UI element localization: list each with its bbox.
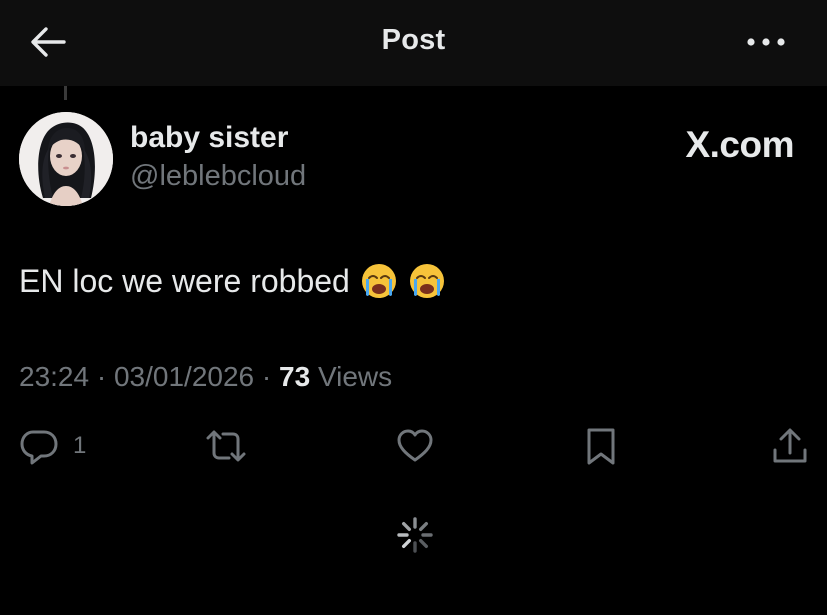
more-icon [747, 38, 785, 46]
share-icon [773, 428, 807, 463]
retweet-button[interactable] [204, 426, 248, 466]
post-metadata: 23:24 · 03/01/2026 · 73 Views [19, 361, 392, 393]
tweet-text: EN loc we were robbed [19, 262, 350, 299]
retweet-icon [206, 430, 246, 462]
avatar-image [19, 112, 113, 206]
avatar[interactable] [19, 112, 113, 206]
top-bar: Post [0, 0, 827, 86]
author-handle[interactable]: @leblebcloud [130, 160, 306, 193]
post-date[interactable]: 03/01/2026 [114, 361, 254, 392]
reply-count: 1 [73, 432, 87, 459]
post-page: Post baby sister @leblebcloud X.com EN l… [0, 0, 827, 615]
share-button[interactable] [771, 426, 809, 466]
bookmark-button[interactable] [583, 426, 619, 466]
views-count[interactable]: 73 [279, 361, 310, 392]
loudly-crying-face-icon [360, 262, 398, 300]
like-button[interactable] [395, 426, 435, 466]
loading-spinner-icon [395, 515, 435, 555]
reply-button[interactable]: 1 [19, 426, 86, 466]
meta-separator: · [96, 361, 107, 392]
views-label[interactable]: Views [318, 361, 392, 392]
more-button[interactable] [745, 30, 787, 54]
tweet-body: EN loc we were robbed [19, 262, 446, 300]
loudly-crying-face-icon [408, 262, 446, 300]
xcom-watermark: X.com [685, 124, 794, 165]
like-icon [397, 429, 433, 462]
post-time[interactable]: 23:24 [19, 361, 89, 392]
page-title: Post [381, 24, 446, 56]
meta-separator: · [261, 361, 272, 392]
author-display-name[interactable]: baby sister [130, 121, 288, 155]
reply-icon [20, 430, 58, 465]
thread-connector-line [64, 86, 67, 100]
bookmark-icon [587, 428, 615, 465]
